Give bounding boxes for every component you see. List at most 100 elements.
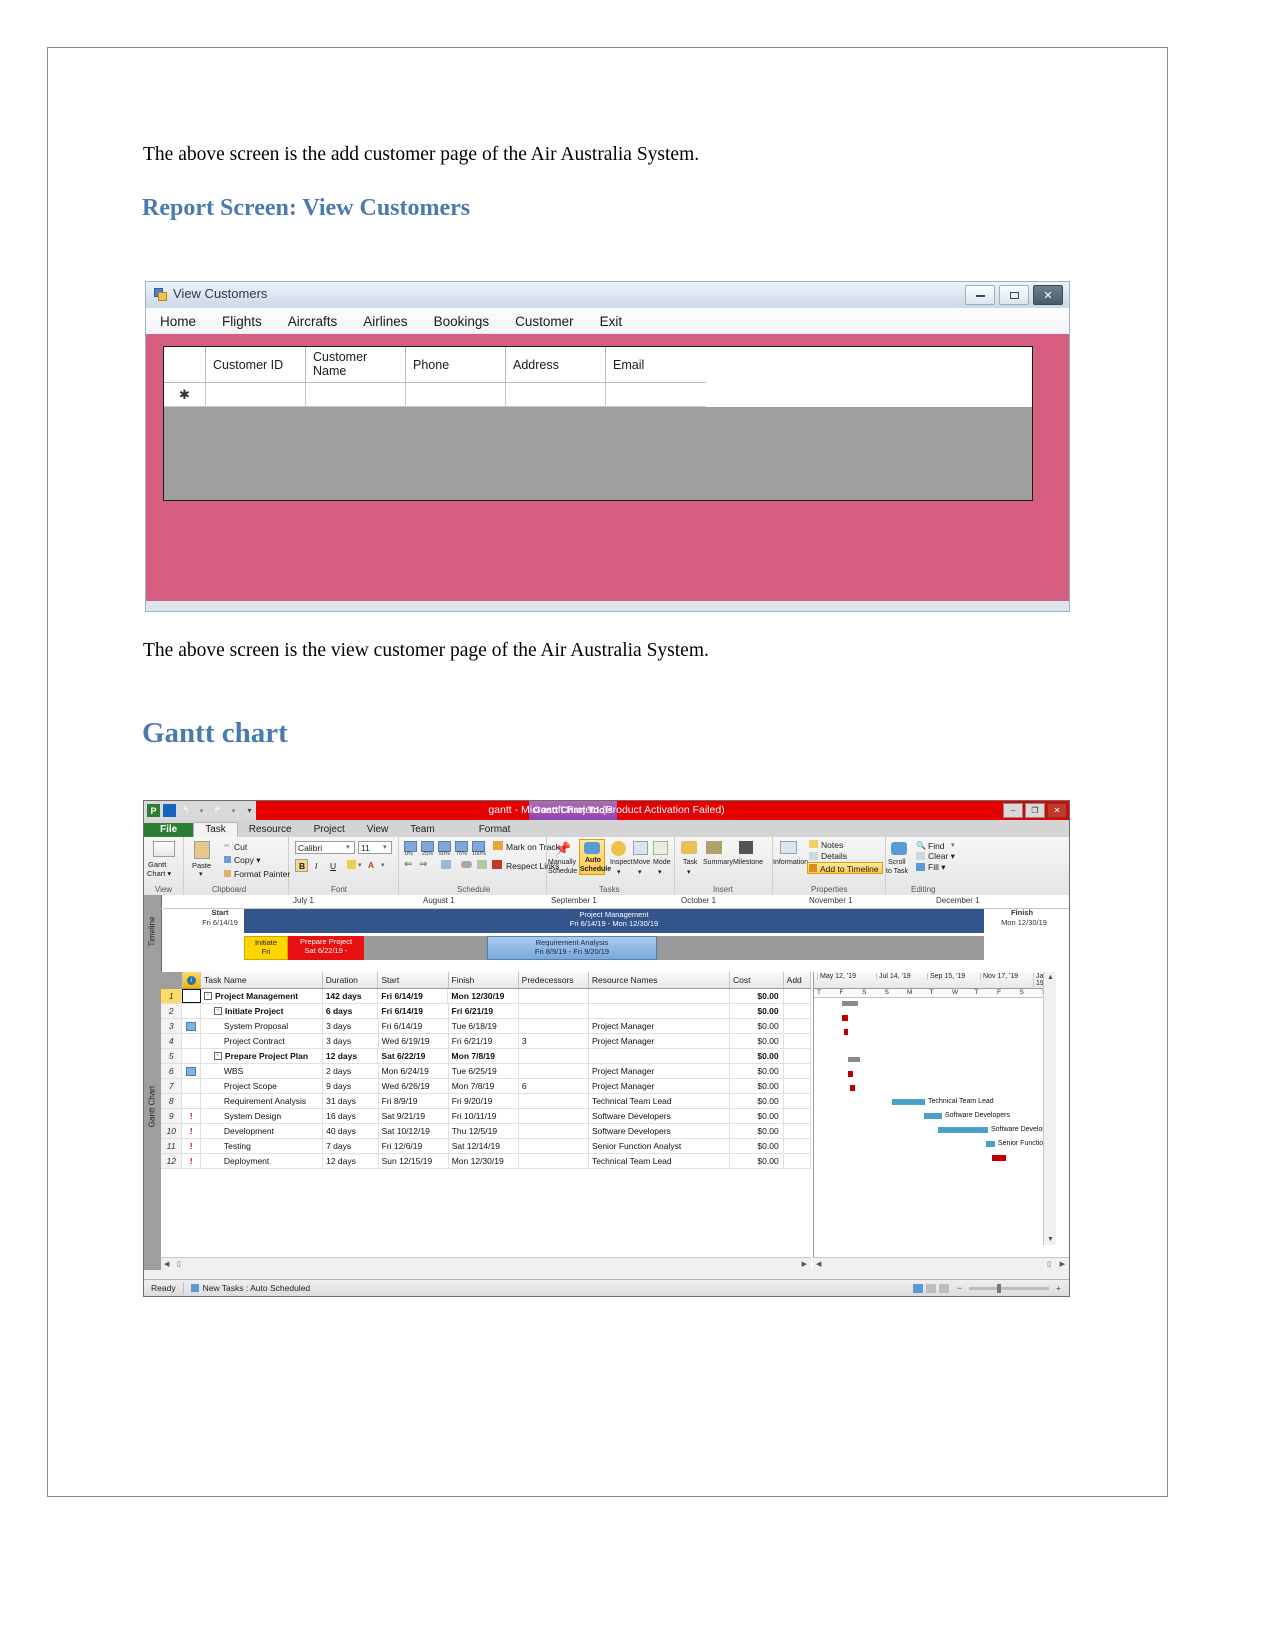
move-icon[interactable] xyxy=(633,841,648,855)
resource-names-cell[interactable]: Project Manager xyxy=(589,1064,730,1078)
move-dropdown-icon[interactable]: ▾ xyxy=(638,868,642,876)
table-row[interactable]: 8 Requirement Analysis 31 days Fri 8/9/19 Fr… xyxy=(161,1094,811,1109)
task-name-cell[interactable]: Testing xyxy=(201,1139,324,1153)
column-header-cost[interactable]: Cost xyxy=(730,972,784,988)
start-cell[interactable]: Wed 6/19/19 xyxy=(379,1034,449,1048)
inactivate-icon[interactable] xyxy=(477,860,487,869)
row-id-cell[interactable]: 9 xyxy=(161,1109,183,1123)
cut-icon[interactable]: ✂ xyxy=(224,842,231,850)
indicator-cell[interactable] xyxy=(182,1034,201,1048)
start-cell[interactable]: Sun 12/15/19 xyxy=(379,1154,449,1168)
inspect-dropdown-icon[interactable]: ▾ xyxy=(617,868,621,876)
resource-names-cell[interactable]: Software Developers xyxy=(589,1109,730,1123)
cost-cell[interactable]: $0.00 xyxy=(730,1154,784,1168)
resource-names-cell[interactable]: Project Manager xyxy=(589,1079,730,1093)
format-painter-icon[interactable] xyxy=(224,870,231,877)
indicator-cell[interactable] xyxy=(182,1094,201,1108)
unlink-tasks-icon[interactable] xyxy=(461,861,472,868)
duration-cell[interactable]: 2 days xyxy=(323,1064,379,1078)
mode-icon[interactable] xyxy=(653,841,668,855)
start-cell[interactable]: Fri 6/14/19 xyxy=(379,1019,449,1033)
paste-dropdown-icon[interactable]: ▾ xyxy=(199,870,203,878)
find-icon[interactable]: 🔍 xyxy=(916,841,926,850)
italic-button[interactable]: I xyxy=(315,861,317,871)
resource-names-cell[interactable]: Technical Team Lead xyxy=(589,1094,730,1108)
start-cell[interactable]: Sat 6/22/19 xyxy=(378,1049,449,1063)
duration-cell[interactable]: 3 days xyxy=(323,1034,379,1048)
font-size-dropdown-icon[interactable]: ▾ xyxy=(383,843,387,851)
start-cell[interactable]: Wed 6/26/19 xyxy=(379,1079,449,1093)
predecessors-cell[interactable] xyxy=(519,1064,589,1078)
paste-label[interactable]: Paste xyxy=(192,861,211,870)
mode-dropdown-icon[interactable]: ▾ xyxy=(658,868,662,876)
close-button[interactable]: ✕ xyxy=(1033,285,1063,305)
gantt-bar[interactable] xyxy=(892,1099,925,1105)
fill-label[interactable]: Fill ▾ xyxy=(928,862,946,873)
duration-cell[interactable]: 31 days xyxy=(323,1094,379,1108)
start-cell[interactable]: Sat 9/21/19 xyxy=(379,1109,449,1123)
resource-names-cell[interactable]: Project Manager xyxy=(589,1019,730,1033)
table-row[interactable]: 9! System Design 16 days Sat 9/21/19 Fri 10/… xyxy=(161,1109,811,1124)
datagrid-header-customer-id[interactable]: Customer ID xyxy=(206,347,306,383)
datagrid-cell-customer-id[interactable] xyxy=(206,383,306,407)
finish-cell[interactable]: Mon 7/8/19 xyxy=(449,1049,519,1063)
gantt-bar[interactable] xyxy=(842,1001,858,1006)
move-label[interactable]: Move xyxy=(633,859,650,866)
status-new-tasks[interactable]: New Tasks : Auto Scheduled xyxy=(203,1283,311,1293)
start-cell[interactable]: Fri 6/14/19 xyxy=(378,1004,449,1018)
add-cell[interactable] xyxy=(784,1094,811,1108)
cost-cell[interactable]: $0.00 xyxy=(730,1079,784,1093)
view-gantt-icon[interactable] xyxy=(913,1283,924,1293)
finish-cell[interactable]: Tue 6/18/19 xyxy=(449,1019,519,1033)
datagrid-header-phone[interactable]: Phone xyxy=(406,347,506,383)
timeline-bar-initiate[interactable]: Initiate Fri xyxy=(244,936,288,960)
duration-cell[interactable]: 3 days xyxy=(323,1019,379,1033)
start-cell[interactable]: Sat 10/12/19 xyxy=(379,1124,449,1138)
warning-indicator-icon[interactable]: ! xyxy=(182,1154,201,1168)
gantt-chart-icon[interactable] xyxy=(153,841,175,857)
gantt-bar[interactable] xyxy=(848,1071,853,1077)
gantt-vertical-scrollbar[interactable]: ▲ ▼ xyxy=(1043,972,1056,1245)
table-row[interactable]: 2 - Initiate Project 6 days Fri 6/14/19 Fri 6… xyxy=(161,1004,811,1019)
datagrid-cell-address[interactable] xyxy=(506,383,606,407)
cost-cell[interactable]: $0.00 xyxy=(730,1109,784,1123)
gantt-bar[interactable] xyxy=(848,1057,860,1062)
font-name-dropdown-icon[interactable]: ▾ xyxy=(346,843,350,851)
indicator-cell[interactable] xyxy=(182,1079,201,1093)
column-header-finish[interactable]: Finish xyxy=(449,972,519,988)
gantt-chart-pane[interactable]: May 12, '19 Jul 14, '19 Sep 15, '19 Nov … xyxy=(813,972,1056,1257)
respect-links-icon[interactable] xyxy=(492,860,502,869)
row-id-cell[interactable]: 6 xyxy=(161,1064,183,1078)
milestone-label[interactable]: Milestone xyxy=(733,859,763,866)
column-header-start[interactable]: Start xyxy=(378,972,449,988)
scroll-right-icon[interactable]: ▶ xyxy=(802,1260,807,1268)
start-cell[interactable]: Fri 6/14/19 xyxy=(378,989,449,1003)
scroll-up-icon[interactable]: ▲ xyxy=(1047,974,1054,981)
duration-cell[interactable]: 142 days xyxy=(323,989,379,1003)
row-id-cell[interactable]: 4 xyxy=(161,1034,183,1048)
column-header-add[interactable]: Add xyxy=(784,972,811,988)
cost-cell[interactable]: $0.00 xyxy=(730,1049,784,1063)
outdent-icon[interactable]: ⇐ xyxy=(404,859,414,870)
finish-cell[interactable]: Fri 6/21/19 xyxy=(449,1034,519,1048)
details-label[interactable]: Details xyxy=(821,851,847,861)
tab-format[interactable]: Format xyxy=(468,823,522,837)
table-row[interactable]: 5 - Prepare Project Plan 12 days Sat 6/22/19… xyxy=(161,1049,811,1064)
menu-item-bookings[interactable]: Bookings xyxy=(434,314,490,329)
predecessors-cell[interactable] xyxy=(519,1004,589,1018)
cost-cell[interactable]: $0.00 xyxy=(730,1064,784,1078)
add-cell[interactable] xyxy=(784,1004,811,1018)
inspect-icon[interactable] xyxy=(611,841,626,856)
gantt-bar[interactable] xyxy=(986,1141,995,1147)
indicator-cell[interactable] xyxy=(182,1004,201,1018)
column-header-task-name[interactable]: Task Name xyxy=(201,972,323,988)
table-horizontal-scrollbar[interactable]: ◀ ▯ ▶ xyxy=(161,1257,811,1270)
highlight-color-icon[interactable] xyxy=(347,860,356,869)
scroll-thumb[interactable]: ▯ xyxy=(177,1260,181,1268)
manually-schedule-icon[interactable]: 📌 xyxy=(555,841,571,856)
menu-item-airlines[interactable]: Airlines xyxy=(363,314,407,329)
task-name-cell[interactable]: - Initiate Project xyxy=(201,1004,323,1018)
column-header-resource-names[interactable]: Resource Names xyxy=(589,972,731,988)
task-name-cell[interactable]: Development xyxy=(201,1124,324,1138)
predecessors-cell[interactable] xyxy=(519,1049,589,1063)
